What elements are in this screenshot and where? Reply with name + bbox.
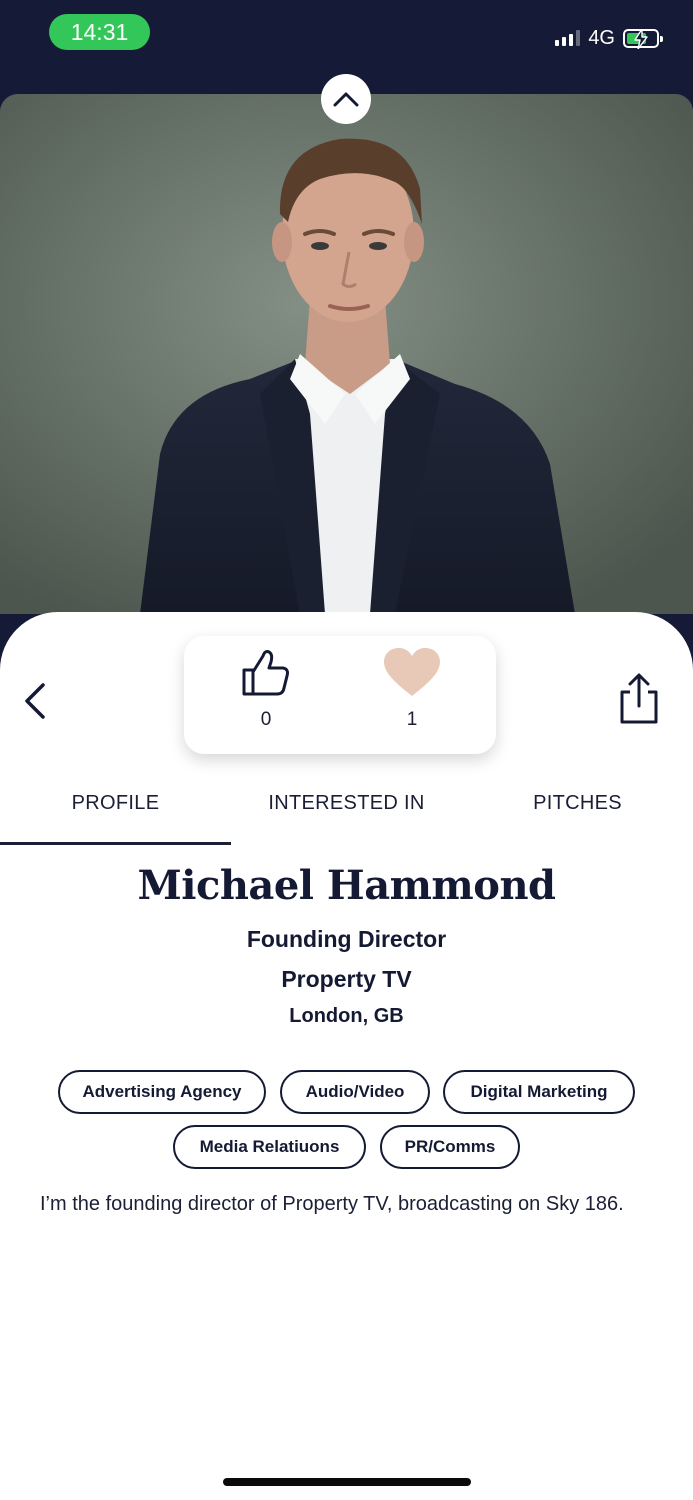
tag-digital-marketing[interactable]: Digital Marketing xyxy=(443,1070,635,1114)
back-button[interactable] xyxy=(20,682,52,720)
tag-advertising-agency[interactable]: Advertising Agency xyxy=(58,1070,266,1114)
profile-bio: I’m the founding director of Property TV… xyxy=(40,1193,624,1215)
tab-interested-in[interactable]: INTERESTED IN xyxy=(231,792,462,815)
profile-location: London, GB xyxy=(289,1005,404,1027)
home-indicator[interactable] xyxy=(223,1478,471,1486)
battery-icon xyxy=(623,28,663,49)
chevron-up-icon xyxy=(333,92,359,107)
chevron-left-icon xyxy=(25,683,45,719)
heart-icon xyxy=(384,648,440,696)
share-icon xyxy=(620,673,658,724)
collapse-photo-button[interactable] xyxy=(321,74,371,124)
share-button[interactable] xyxy=(616,672,662,726)
thumbs-up-icon xyxy=(242,650,289,696)
signal-icon xyxy=(555,30,581,46)
status-indicators: 4G xyxy=(555,24,663,52)
reactions-card: 0 1 xyxy=(184,636,496,754)
like-count: 0 xyxy=(260,709,272,730)
profile-photo xyxy=(0,94,693,614)
profile-tabs: PROFILE INTERESTED IN PITCHES xyxy=(0,778,693,846)
tab-pitches[interactable]: PITCHES xyxy=(462,792,693,815)
person-portrait-illustration xyxy=(0,94,693,614)
tab-profile[interactable]: PROFILE xyxy=(0,792,231,815)
profile-name: Michael Hammond xyxy=(137,862,557,909)
like-button[interactable]: 0 xyxy=(226,646,306,731)
active-tab-indicator xyxy=(0,842,231,845)
tag-pr-comms[interactable]: PR/Comms xyxy=(380,1125,520,1169)
profile-role: Founding Director xyxy=(246,926,447,952)
favorite-button[interactable]: 1 xyxy=(372,646,452,731)
tag-media-relations[interactable]: Media Relatiuons xyxy=(173,1125,366,1169)
network-label: 4G xyxy=(588,26,615,49)
status-time: 14:31 xyxy=(49,14,150,50)
favorite-count: 1 xyxy=(406,709,418,730)
profile-company: Property TV xyxy=(281,966,412,992)
tag-audio-video[interactable]: Audio/Video xyxy=(280,1070,430,1114)
charging-bolt-icon xyxy=(634,28,648,49)
